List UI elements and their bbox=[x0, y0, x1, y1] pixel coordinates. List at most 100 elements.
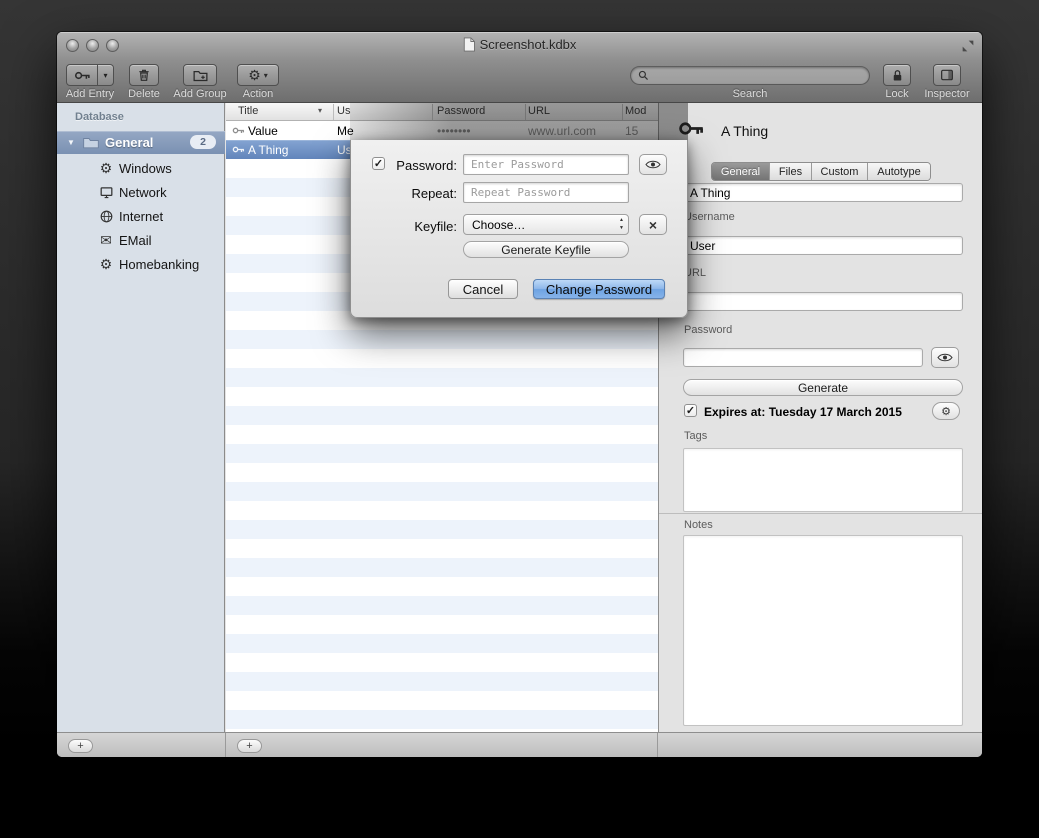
title-field[interactable]: A Thing bbox=[683, 183, 963, 202]
tab-autotype[interactable]: Autotype bbox=[868, 163, 930, 180]
search-label: Search bbox=[720, 88, 780, 100]
search-input[interactable] bbox=[630, 66, 870, 85]
window-title: Screenshot.kdbx bbox=[480, 37, 577, 52]
gear-icon: ⚙ bbox=[98, 160, 114, 176]
clear-keyfile-button[interactable]: × bbox=[639, 214, 667, 235]
delete-button[interactable] bbox=[129, 64, 159, 86]
expires-gear-button[interactable]: ⚙ bbox=[932, 402, 960, 420]
url-field[interactable] bbox=[683, 292, 963, 311]
username-label: Username bbox=[684, 211, 735, 223]
keyfile-value: Choose… bbox=[472, 218, 525, 232]
key-icon bbox=[74, 67, 91, 84]
password-input[interactable]: Enter Password bbox=[463, 154, 629, 175]
sidebar-item-label: Windows bbox=[119, 161, 172, 176]
plus-icon: + bbox=[77, 741, 83, 752]
sidebar-item-label: Network bbox=[119, 185, 167, 200]
checkmark-icon: ✓ bbox=[374, 157, 383, 170]
key-icon bbox=[232, 143, 245, 156]
sidebar-item-windows[interactable]: ⚙ Windows bbox=[57, 156, 225, 180]
delete-label: Delete bbox=[126, 88, 162, 100]
column-header-username[interactable]: Us bbox=[337, 105, 350, 117]
app-window: Screenshot.kdbx ▾ Add Entry bbox=[57, 32, 982, 757]
sidebar-item-label: Internet bbox=[119, 209, 163, 224]
notes-field[interactable] bbox=[683, 535, 963, 726]
password-label: Password bbox=[684, 324, 732, 336]
password-checkbox[interactable]: ✓ bbox=[372, 157, 385, 170]
tab-general[interactable]: General bbox=[712, 163, 770, 180]
disclosure-triangle-icon[interactable]: ▼ bbox=[67, 138, 75, 147]
add-entry-dropdown-button[interactable]: ▾ bbox=[98, 64, 114, 86]
close-window-button[interactable] bbox=[66, 39, 79, 52]
checkmark-icon: ✓ bbox=[686, 404, 695, 417]
expires-checkbox[interactable]: ✓ bbox=[684, 404, 697, 417]
bottom-bar: + + bbox=[57, 732, 982, 757]
cancel-button[interactable]: Cancel bbox=[448, 279, 518, 299]
tab-custom[interactable]: Custom bbox=[812, 163, 868, 180]
zoom-window-button[interactable] bbox=[106, 39, 119, 52]
inspector-panel-icon bbox=[939, 67, 955, 83]
password-placeholder: Enter Password bbox=[471, 158, 564, 171]
entry-title: Value bbox=[248, 124, 278, 138]
column-divider bbox=[333, 104, 334, 120]
keyfile-label: Keyfile: bbox=[389, 219, 457, 234]
repeat-input[interactable]: Repeat Password bbox=[463, 182, 629, 203]
sidebar-item-network[interactable]: Network bbox=[57, 180, 225, 204]
inspector-panel: A Thing General Files Custom Autotype A … bbox=[658, 103, 982, 732]
notes-label: Notes bbox=[684, 519, 713, 531]
sidebar: Database ▼ General 2 ⚙ Windows bbox=[57, 103, 225, 732]
inspector-label: Inspector bbox=[917, 88, 977, 100]
tab-files[interactable]: Files bbox=[770, 163, 812, 180]
keyfile-popup[interactable]: Choose… ▲▼ bbox=[463, 214, 629, 235]
sidebar-group-general[interactable]: ▼ General 2 bbox=[57, 131, 225, 154]
window-title-group: Screenshot.kdbx bbox=[463, 37, 577, 52]
minimize-window-button[interactable] bbox=[86, 39, 99, 52]
plus-icon: + bbox=[246, 741, 252, 752]
lock-icon bbox=[890, 68, 905, 83]
column-header-title[interactable]: Title bbox=[238, 105, 258, 117]
section-divider bbox=[659, 513, 982, 514]
key-icon bbox=[232, 124, 245, 137]
sidebar-item-internet[interactable]: Internet bbox=[57, 204, 225, 228]
pane-divider bbox=[225, 733, 226, 757]
add-entry-label: Add Entry bbox=[59, 88, 121, 100]
add-group-button[interactable] bbox=[183, 64, 217, 86]
fullscreen-icon[interactable] bbox=[960, 38, 976, 54]
gear-icon: ⚙ bbox=[941, 405, 951, 418]
entry-title: A Thing bbox=[248, 143, 288, 157]
inspector-button[interactable] bbox=[933, 64, 961, 86]
expires-label: Expires at: Tuesday 17 March 2015 bbox=[704, 405, 902, 419]
reveal-password-button[interactable] bbox=[931, 347, 959, 368]
sidebar-item-homebanking[interactable]: ⚙ Homebanking bbox=[57, 252, 225, 276]
folder-icon bbox=[83, 136, 99, 149]
repeat-placeholder: Repeat Password bbox=[471, 186, 570, 199]
sidebar-header: Database bbox=[75, 111, 124, 123]
chevron-down-icon: ▾ bbox=[103, 71, 107, 80]
trash-icon bbox=[136, 67, 152, 83]
add-entry-button[interactable] bbox=[66, 64, 98, 86]
action-label: Action bbox=[237, 88, 279, 100]
change-password-button[interactable]: Change Password bbox=[533, 279, 665, 299]
titlebar: Screenshot.kdbx bbox=[57, 32, 982, 60]
gear-icon: ⚙ bbox=[98, 256, 114, 272]
lock-label: Lock bbox=[878, 88, 916, 100]
generate-keyfile-button[interactable]: Generate Keyfile bbox=[463, 241, 629, 258]
reveal-password-button[interactable] bbox=[639, 154, 667, 175]
sidebar-item-email[interactable]: ✉ EMail bbox=[57, 228, 225, 252]
password-field[interactable] bbox=[683, 348, 923, 367]
change-password-dialog: ✓ Password: Enter Password Repeat: Repea… bbox=[350, 140, 688, 318]
lock-button[interactable] bbox=[883, 64, 911, 86]
generate-password-button[interactable]: Generate bbox=[683, 379, 963, 396]
add-entry-plus-button[interactable]: + bbox=[237, 739, 262, 753]
close-icon: × bbox=[649, 217, 657, 233]
sort-indicator-icon: ▾ bbox=[318, 106, 322, 115]
action-button[interactable]: ⚙ ▾ bbox=[237, 64, 279, 86]
add-group-plus-button[interactable]: + bbox=[68, 739, 93, 753]
pane-divider bbox=[657, 733, 658, 757]
add-group-label: Add Group bbox=[170, 88, 230, 100]
document-icon bbox=[463, 37, 475, 52]
inspector-tabs: General Files Custom Autotype bbox=[711, 162, 931, 181]
tags-field[interactable] bbox=[683, 448, 963, 512]
password-label: Password: bbox=[389, 158, 457, 173]
gear-icon: ⚙ bbox=[248, 67, 261, 84]
username-field[interactable]: User bbox=[683, 236, 963, 255]
